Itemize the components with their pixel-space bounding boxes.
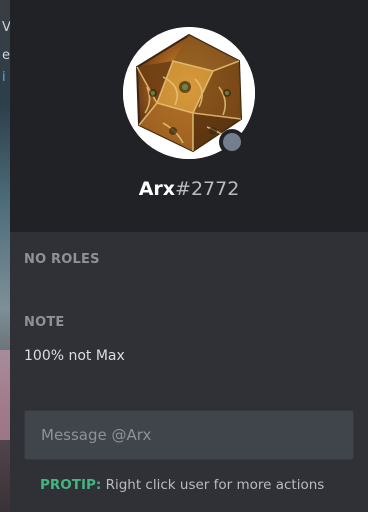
discriminator: #2772 — [175, 178, 240, 200]
message-input-container[interactable] — [24, 410, 354, 460]
protip-tag: PROTIP: — [40, 477, 102, 493]
message-input[interactable] — [39, 425, 343, 445]
username-tag[interactable]: Arx#2772 — [10, 177, 368, 201]
offline-status-icon — [223, 133, 241, 151]
status-indicator — [219, 129, 245, 155]
username: Arx — [138, 178, 176, 200]
protip-text: Right click user for more actions — [105, 477, 325, 493]
user-profile-popout: Arx#2772 NO ROLES NOTE 100% not Max PROT… — [10, 0, 368, 512]
background-glyph: i — [2, 70, 6, 85]
note-text[interactable]: 100% not Max — [24, 348, 125, 364]
note-heading: NOTE — [24, 315, 65, 330]
profile-header: Arx#2772 — [10, 0, 368, 232]
roles-heading: NO ROLES — [24, 252, 100, 267]
background-glyph: e — [2, 48, 10, 63]
protip: PROTIP: Right click user for more action… — [40, 477, 324, 493]
avatar-container[interactable] — [123, 27, 255, 159]
